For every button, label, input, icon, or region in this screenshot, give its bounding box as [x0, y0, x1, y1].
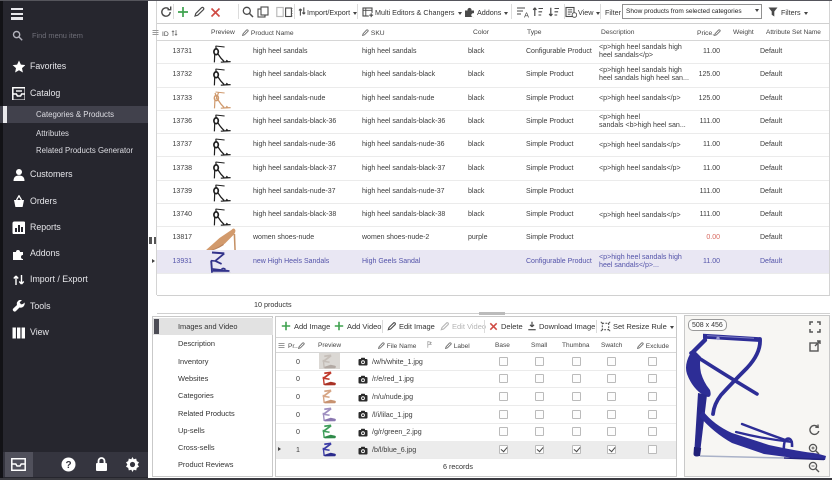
svg-text:A: A — [524, 11, 529, 19]
svg-text:?: ? — [65, 460, 71, 471]
